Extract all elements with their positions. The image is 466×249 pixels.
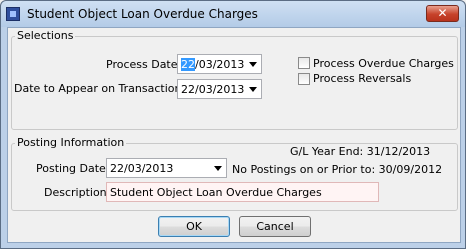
- process-date-selected-text: 22: [181, 58, 195, 71]
- process-overdue-checkbox[interactable]: [298, 57, 310, 69]
- process-date-combo[interactable]: 22/03/2013: [177, 54, 262, 74]
- process-date-label: Process Date:: [106, 58, 182, 71]
- no-postings-text: No Postings on or Prior to: 30/09/2012: [232, 163, 443, 176]
- description-label: Description:: [44, 186, 111, 199]
- gl-year-end-text: G/L Year End: 31/12/2013: [290, 145, 431, 158]
- description-field[interactable]: Student Object Loan Overdue Charges: [106, 182, 379, 202]
- ok-button[interactable]: OK: [158, 216, 230, 237]
- description-text: Student Object Loan Overdue Charges: [110, 186, 322, 199]
- cancel-button[interactable]: Cancel: [239, 216, 311, 237]
- dialog-window: Student Object Loan Overdue Charges ✕ Se…: [0, 0, 466, 249]
- window-title: Student Object Loan Overdue Charges: [27, 7, 258, 21]
- chevron-down-icon[interactable]: [249, 87, 257, 92]
- dialog-client: Selections Process Date: 22/03/2013 Date…: [7, 27, 461, 243]
- app-icon: [6, 7, 20, 21]
- process-reversals-checkbox[interactable]: [298, 73, 310, 85]
- process-reversals-label[interactable]: Process Reversals: [313, 72, 411, 85]
- appear-date-text: 22/03/2013: [181, 83, 245, 96]
- appear-date-combo[interactable]: 22/03/2013: [177, 79, 262, 99]
- chevron-down-icon[interactable]: [214, 166, 222, 171]
- posting-group-label: Posting Information: [15, 136, 127, 149]
- close-button[interactable]: ✕: [426, 5, 459, 22]
- posting-date-text: 22/03/2013: [110, 162, 174, 175]
- posting-date-label: Posting Date:: [36, 162, 110, 175]
- process-date-text: /03/2013: [195, 58, 245, 71]
- title-bar[interactable]: Student Object Loan Overdue Charges ✕: [1, 1, 465, 27]
- process-overdue-label[interactable]: Process Overdue Charges: [313, 57, 454, 70]
- chevron-down-icon[interactable]: [249, 62, 257, 67]
- posting-date-combo[interactable]: 22/03/2013: [106, 158, 227, 178]
- selections-group-label: Selections: [15, 29, 76, 42]
- appear-date-label: Date to Appear on Transactions:: [14, 82, 191, 95]
